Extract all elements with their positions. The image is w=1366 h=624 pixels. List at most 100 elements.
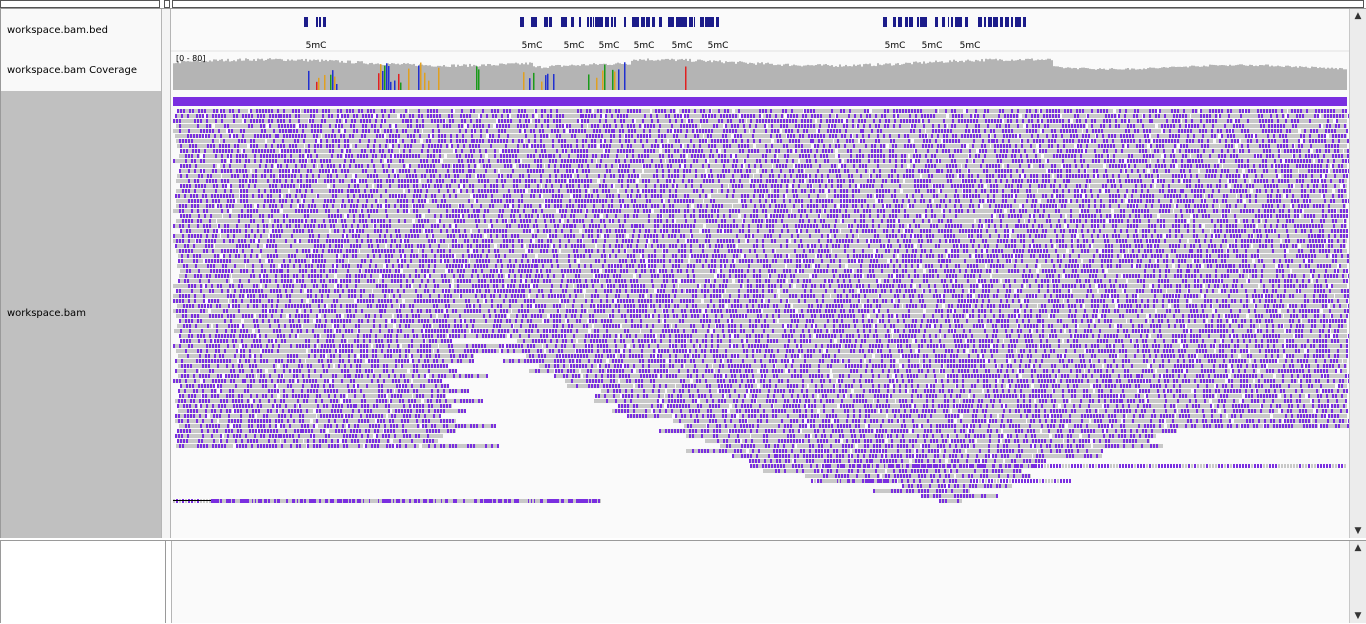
bed-feature-block [955,17,957,27]
methylation-call [416,124,418,128]
methylation-call [599,164,601,168]
methylation-call [1104,159,1106,163]
methylation-call [389,124,391,128]
methylation-call [353,129,355,133]
methylation-call [497,109,499,113]
coverage-track-name[interactable]: workspace.bam Coverage [7,65,137,76]
methylation-call [350,124,352,128]
methylation-call [271,144,273,148]
methylation-call [1248,109,1250,113]
methylation-call [199,134,201,138]
methylation-call [1248,134,1250,138]
methylation-call [1128,119,1130,123]
methylation-call [478,179,480,183]
methylation-call [592,134,594,138]
coverage-bar [813,66,815,90]
methylation-call [385,189,387,193]
methylation-call [889,159,891,163]
methylation-call [915,189,917,193]
methylation-call [224,124,226,128]
methylation-call [1000,159,1002,163]
methylation-call [695,169,697,173]
methylation-call [571,134,573,138]
methylation-call [1055,114,1057,118]
methylation-call [512,169,514,173]
coverage-bar [519,65,521,90]
methylation-call [1052,114,1054,118]
methylation-call [1260,109,1262,113]
methylation-call [1278,164,1280,168]
methylation-call [468,164,470,168]
panel-divider[interactable] [162,9,171,538]
methylation-call [1211,129,1213,133]
coverage-bar [1003,61,1005,90]
bed-feature-block [670,17,674,27]
methylation-call [213,109,215,113]
methylation-call [506,194,508,198]
methylation-call [1082,109,1084,113]
methylation-call [261,194,263,198]
methylation-call [741,144,743,148]
methylation-call [777,129,779,133]
methylation-call [724,154,726,158]
methylation-call [1025,114,1027,118]
track-data-panel[interactable]: 5mC5mC5mC5mC5mC5mC5mC5mC5mC5mC [0 - 80] [171,9,1349,538]
methylation-call [566,124,568,128]
methylation-call [180,109,182,113]
methylation-call [490,144,492,148]
methylation-call [427,114,429,118]
methylation-call [388,174,390,178]
coverage-bar [1317,68,1319,90]
methylation-call [952,114,954,118]
methylation-call [862,134,864,138]
methylation-call [414,169,416,173]
methylation-call [421,114,423,118]
methylation-call [224,114,226,118]
methylation-call [1306,159,1308,163]
methylation-call [1048,144,1050,148]
methylation-call [865,169,867,173]
methylation-call [969,189,971,193]
methylation-call [526,124,528,128]
methylation-call [1139,149,1141,153]
methylation-call [828,179,830,183]
methylation-call [559,114,561,118]
alignment-canvas[interactable]: 5mC5mC5mC5mC5mC5mC5mC5mC5mC5mC [0 - 80] [171,9,1349,538]
methylation-call [180,184,182,188]
methylation-call [1076,109,1078,113]
methylation-call [479,124,481,128]
methylation-call [820,134,822,138]
methylation-call [462,169,464,173]
methylation-call [1062,154,1064,158]
methylation-call [1083,159,1085,163]
methylation-call [972,184,974,188]
methylation-call [952,139,954,143]
methylation-call [901,164,903,168]
methylation-call [1300,159,1302,163]
methylation-call [852,119,854,123]
methylation-call [404,194,406,198]
methylation-call [328,169,330,173]
methylation-call [1156,169,1158,173]
coverage-bar [823,64,825,90]
methylation-call [1173,114,1175,118]
methylation-call [636,159,638,163]
bed-track-name[interactable]: workspace.bam.bed [7,25,108,36]
methylation-call [786,119,788,123]
coverage-bar [361,61,363,90]
methylation-call [550,114,552,118]
methylation-call [687,194,689,198]
methylation-call [434,184,436,188]
methylation-call [1220,174,1222,178]
methylation-call [789,139,791,143]
methylation-call [1096,169,1098,173]
methylation-call [1146,154,1148,158]
bam-track-name[interactable]: workspace.bam [7,308,86,319]
methylation-call [1048,179,1050,183]
methylation-call [311,189,313,193]
methylation-call [1118,164,1120,168]
methylation-call [627,124,629,128]
methylation-call [382,149,384,153]
methylation-call [913,164,915,168]
methylation-call [1135,184,1137,188]
